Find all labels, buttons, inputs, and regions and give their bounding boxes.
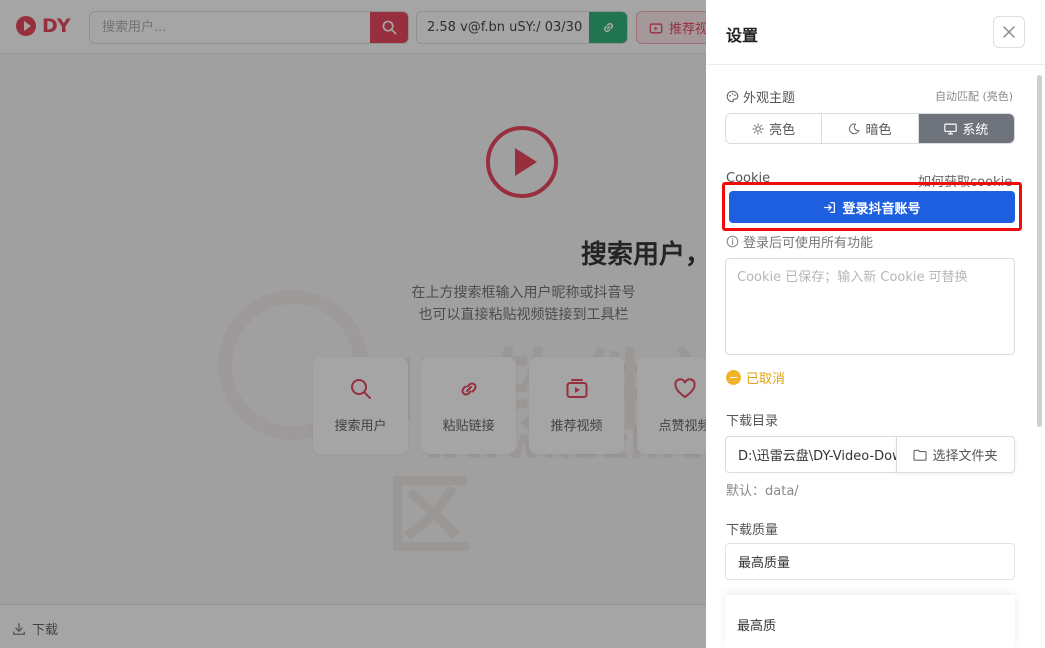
settings-title: 设置 [726, 26, 759, 45]
theme-segmented-control: 亮色 暗色 系统 [725, 113, 1015, 144]
status-text: 已取消 [746, 372, 786, 387]
login-douyin-button[interactable]: 登录抖音账号 [729, 191, 1015, 223]
theme-option-light[interactable]: 亮色 [726, 114, 823, 143]
info-icon [726, 235, 739, 248]
login-hint: 登录后可使用所有功能 [726, 232, 873, 251]
moon-icon [849, 123, 861, 134]
login-icon [824, 201, 836, 213]
quality-dropdown-option[interactable]: 最高质 [725, 595, 1015, 648]
appearance-label: 外观主题 [726, 87, 795, 106]
settings-drawer: 设置 外观主题 自动匹配 (亮色) 亮色 暗色 系统 Cookie 如何获取co… [706, 0, 1045, 648]
cookie-textarea[interactable] [725, 258, 1015, 355]
appearance-auto-hint: 自动匹配 (亮色) [935, 90, 1014, 103]
sun-icon [752, 122, 764, 135]
close-icon [1003, 26, 1015, 38]
cookie-status: 已取消 [726, 368, 785, 387]
download-dir-label: 下载目录 [726, 414, 779, 429]
monitor-icon [944, 123, 958, 134]
quality-select[interactable]: 最高质量 [725, 543, 1015, 580]
settings-header: 设置 [706, 0, 1045, 65]
settings-scrollbar[interactable] [1037, 75, 1042, 427]
quality-selected-value: 最高质量 [738, 556, 791, 571]
cancel-status-icon [726, 370, 741, 385]
folder-icon [913, 449, 928, 461]
palette-icon [726, 90, 739, 103]
theme-option-dark[interactable]: 暗色 [822, 114, 919, 143]
modal-backdrop[interactable] [0, 0, 706, 648]
quality-label: 下载质量 [726, 523, 779, 538]
close-settings-button[interactable] [993, 16, 1025, 48]
download-dir-input[interactable] [725, 436, 897, 473]
theme-option-system[interactable]: 系统 [918, 114, 1014, 143]
choose-folder-button[interactable]: 选择文件夹 [896, 436, 1015, 473]
default-dir-hint: 默认：data/ [726, 484, 799, 499]
